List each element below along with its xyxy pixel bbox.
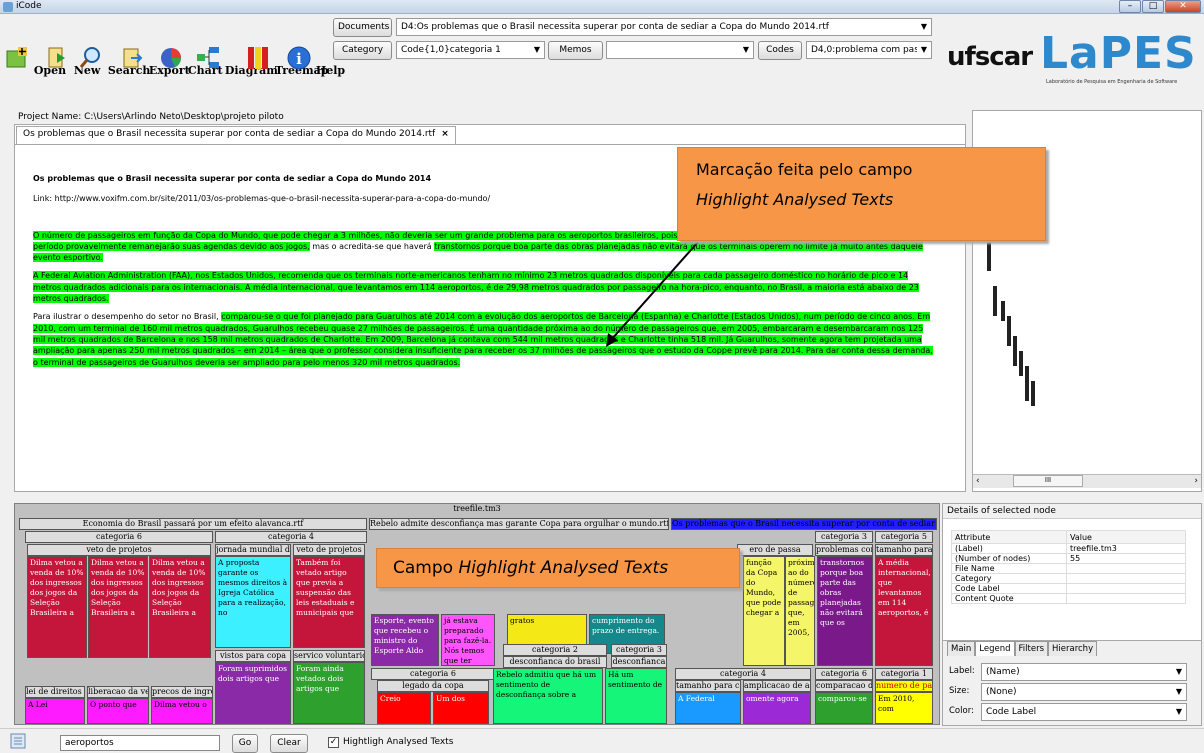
treemap-node[interactable]: categoria 6 [25, 531, 213, 543]
treemap-leaf[interactable]: Em 2010, com [875, 692, 933, 724]
treemap-node[interactable]: tamanho para c [875, 544, 933, 556]
treemap-leaf[interactable]: Há um sentimento de [605, 668, 667, 724]
tab-main[interactable]: Main [947, 641, 976, 656]
highlight-checkbox-label: Hightligh Analysed Texts [343, 737, 454, 747]
treemap-leaf[interactable]: Dilma vetou a venda de 10% dos ingressos… [27, 556, 87, 658]
status-bar: aeroportos Go Clear ✓ Hightligh Analysed… [0, 728, 1204, 753]
color-select[interactable]: Code Label ▼ [981, 703, 1187, 721]
treemap-leaf[interactable]: Rebelo admitiu que há um sentimento de d… [493, 668, 603, 724]
treemap-leaf[interactable]: Um dos [433, 692, 489, 724]
treemap-node[interactable]: categoria 3 [611, 644, 667, 656]
treemap-node[interactable]: Economia do Brasil passará por um efeito… [19, 518, 367, 530]
treemap-node[interactable]: desconfianca do brasil [503, 656, 607, 668]
treemap-leaf[interactable]: A Lei [25, 698, 85, 724]
tab-legend[interactable]: Legend [975, 641, 1015, 656]
treemap-leaf[interactable]: transtornos porque boa parte das obras p… [817, 556, 873, 666]
treemap-leaf[interactable]: A média internacional, que levantamos em… [875, 556, 933, 666]
treemap-leaf[interactable]: função da Copa do Mundo, que pode chegar… [743, 556, 785, 666]
table-row[interactable]: Code Label [951, 583, 1186, 594]
treemap-leaf[interactable]: Foram suprimidos dois artigos que [215, 662, 291, 724]
treemap-node[interactable]: legado da copa [377, 680, 489, 692]
table-row[interactable]: Category [951, 573, 1186, 584]
size-select[interactable]: (None) ▼ [981, 683, 1187, 701]
treemap-leaf[interactable]: Foram ainda vetados dois artigos que [293, 662, 365, 724]
treemap-node[interactable]: servico voluntario [293, 650, 365, 662]
treemap-node[interactable]: categoria 3 [815, 531, 873, 543]
treemap-leaf[interactable]: omente agora [743, 692, 811, 724]
treemap-leaf[interactable]: já estava preparado para fazê-la. Nós te… [441, 614, 495, 666]
treemap-node[interactable]: ero de passa [737, 544, 813, 556]
treemap-leaf[interactable]: O ponto que [87, 698, 149, 724]
tab-hierarchy[interactable]: Hierarchy [1048, 641, 1098, 656]
treemap-node[interactable]: categoria 2 [503, 644, 607, 656]
table-row[interactable]: (Label) treefile.tm3 [951, 543, 1186, 554]
treemap-node[interactable]: liberacao da ven [87, 686, 149, 698]
treemap-node[interactable]: precos de ingres [151, 686, 213, 698]
chevron-down-icon: ▼ [1172, 664, 1186, 680]
legend-panel: Main Legend Filters Hierarchy Label: (Na… [942, 640, 1202, 726]
treemap-node[interactable]: categoria 4 [675, 668, 811, 680]
table-row[interactable]: (Number of nodes) 55 [951, 553, 1186, 564]
treemap-node[interactable]: vistos para copa [215, 650, 291, 662]
treemap-node[interactable]: jornada mundial da j [215, 544, 291, 556]
clear-button[interactable]: Clear [270, 734, 308, 753]
highlight-checkbox[interactable]: ✓ [328, 737, 339, 748]
treemap-node[interactable]: veto de projetos [293, 544, 365, 556]
table-row[interactable]: Content Quote [951, 593, 1186, 604]
details-caption: Details of selected node [943, 504, 1201, 519]
treemap-leaf[interactable]: comparou-se [815, 692, 873, 724]
search-input[interactable]: aeroportos [60, 735, 220, 751]
treemap-leaf[interactable]: Dilma vetou a venda de 10% dos ingressos… [88, 556, 148, 658]
chevron-down-icon: ▼ [1172, 704, 1186, 720]
treemap-leaf[interactable]: Dilma vetou o [151, 698, 213, 724]
treemap-node[interactable]: Rebelo admite desconfiança mas garante C… [369, 518, 669, 530]
treemap-node[interactable]: desconfianca [611, 656, 667, 668]
treemap-node[interactable]: lei de direitos c [25, 686, 85, 698]
callout-highlight-field: Campo Highlight Analysed Texts [376, 548, 740, 588]
treemap-leaf[interactable]: A Federal [675, 692, 741, 724]
treemap-node-selected[interactable]: Os problemas que o Brasil necessita supe… [671, 518, 937, 530]
table-row[interactable]: File Name [951, 563, 1186, 574]
label-select[interactable]: (Name) ▼ [981, 663, 1187, 681]
go-button[interactable]: Go [232, 734, 258, 753]
treemap-node[interactable]: categoria 1 [875, 668, 933, 680]
treemap[interactable]: treefile.tm3 Economia do Brasil passará … [14, 503, 940, 725]
treemap-leaf[interactable]: próxima ao do número de passageiros que,… [785, 556, 815, 666]
treemap-leaf[interactable]: Creio [377, 692, 431, 724]
chevron-down-icon: ▼ [1172, 684, 1186, 700]
treemap-node[interactable]: veto de projetos [27, 544, 211, 556]
treemap-node[interactable]: categoria 4 [215, 531, 367, 543]
treemap-root-label: treefile.tm3 [15, 504, 939, 515]
callout-highlight-mark: Marcação feita pelo campo Highlight Anal… [677, 147, 1046, 241]
treemap-node[interactable]: tamanho para ca [675, 680, 741, 692]
treemap-node[interactable]: categoria 6 [371, 668, 495, 680]
tab-filters[interactable]: Filters [1014, 641, 1049, 656]
treemap-leaf[interactable]: Esporte, evento que recebeu o ministro d… [371, 614, 439, 666]
treemap-node[interactable]: amplicacao de aer [743, 680, 811, 692]
details-table: Attribute Value (Label) treefile.tm3 (Numb… [951, 530, 1186, 604]
treemap-node[interactable]: problemas com [815, 544, 873, 556]
treemap-node[interactable]: numero de pass [875, 680, 933, 692]
treemap-leaf[interactable]: Dilma vetou a venda de 10% dos ingressos… [149, 556, 211, 658]
details-panel: Details of selected node Attribute Value … [942, 503, 1202, 643]
treemap-leaf[interactable]: A proposta garante os mesmos direitos à … [215, 556, 291, 648]
treemap-leaf[interactable]: Também foi vetado artigo que previa a su… [293, 556, 365, 648]
treemap-node[interactable]: comparacao de [815, 680, 873, 692]
tree-icon [10, 733, 26, 749]
treemap-node[interactable]: categoria 5 [875, 531, 933, 543]
treemap-node[interactable]: categoria 6 [815, 668, 873, 680]
